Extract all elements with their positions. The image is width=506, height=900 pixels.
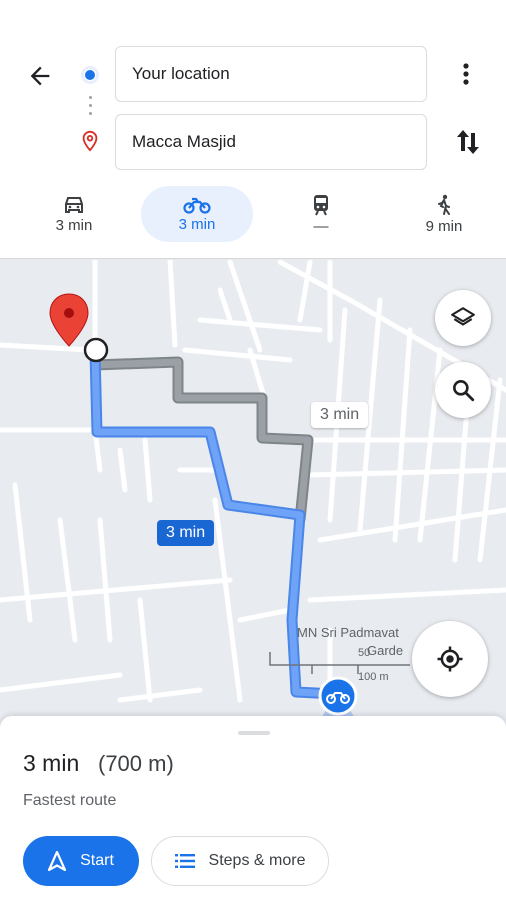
route-start-marker xyxy=(83,337,109,363)
travel-mode-tabs: 3 min 3 min — 9 min xyxy=(0,186,506,242)
tab-walking-time: 9 min xyxy=(425,217,463,235)
route-description: Fastest route xyxy=(23,792,117,809)
layers-button[interactable] xyxy=(435,290,491,346)
swap-button[interactable] xyxy=(450,124,486,160)
poi-label[interactable]: MN Sri Padmavat Garde xyxy=(297,624,403,660)
my-location-icon xyxy=(437,646,463,672)
poi-label-line1: MN Sri Padmavat xyxy=(297,625,399,640)
directions-panel: Your location Macca Masjid 3 min 3 min —… xyxy=(0,0,506,258)
route-bottom-sheet[interactable]: 3 min (700 m) Fastest route Start Steps … xyxy=(0,716,506,900)
route-distance: (700 m) xyxy=(98,751,174,776)
current-location-puck xyxy=(318,676,358,720)
primary-route-time-label[interactable]: 3 min xyxy=(157,520,215,546)
steps-and-more-button[interactable]: Steps & more xyxy=(151,836,329,886)
alternate-route-time-label[interactable]: 3 min xyxy=(311,402,369,428)
tab-transit-time: — xyxy=(313,217,329,235)
scale-label-small: 50 xyxy=(358,647,371,659)
motorcycle-icon xyxy=(183,197,211,214)
start-button-label: Start xyxy=(80,852,114,869)
walk-icon xyxy=(438,194,450,215)
tab-driving-time: 3 min xyxy=(55,216,93,234)
tab-driving[interactable]: 3 min xyxy=(34,186,114,242)
destination-pin-icon xyxy=(79,129,101,153)
tab-walking[interactable]: 9 min xyxy=(404,186,484,242)
route-duration: 3 min xyxy=(23,750,80,776)
drag-handle[interactable] xyxy=(238,731,270,735)
search-along-route-button[interactable] xyxy=(435,362,491,418)
more-options-button[interactable] xyxy=(450,56,482,92)
car-icon xyxy=(65,196,83,213)
destination-input[interactable]: Macca Masjid xyxy=(115,114,427,170)
origin-input[interactable]: Your location xyxy=(115,46,427,102)
arrow-back-icon xyxy=(30,66,50,86)
connector-dots xyxy=(89,96,92,118)
list-icon xyxy=(174,854,195,868)
layers-icon xyxy=(451,307,475,326)
tab-transit[interactable]: — xyxy=(281,186,361,242)
swap-vert-icon xyxy=(457,130,479,154)
start-button[interactable]: Start xyxy=(23,836,139,886)
search-icon xyxy=(453,380,475,402)
tab-two-wheeler-time: 3 min xyxy=(178,215,216,233)
steps-button-label: Steps & more xyxy=(208,852,306,869)
origin-dot-icon xyxy=(81,66,99,84)
scale-label: 100 m xyxy=(358,671,389,683)
train-icon xyxy=(314,194,328,215)
more-vert-icon xyxy=(463,63,469,85)
tab-two-wheeler[interactable]: 3 min xyxy=(141,186,253,242)
navigation-arrow-icon xyxy=(48,851,67,871)
back-button[interactable] xyxy=(20,56,60,96)
destination-marker xyxy=(49,293,89,347)
poi-label-line2: Garde xyxy=(367,643,404,658)
my-location-button[interactable] xyxy=(412,621,488,697)
